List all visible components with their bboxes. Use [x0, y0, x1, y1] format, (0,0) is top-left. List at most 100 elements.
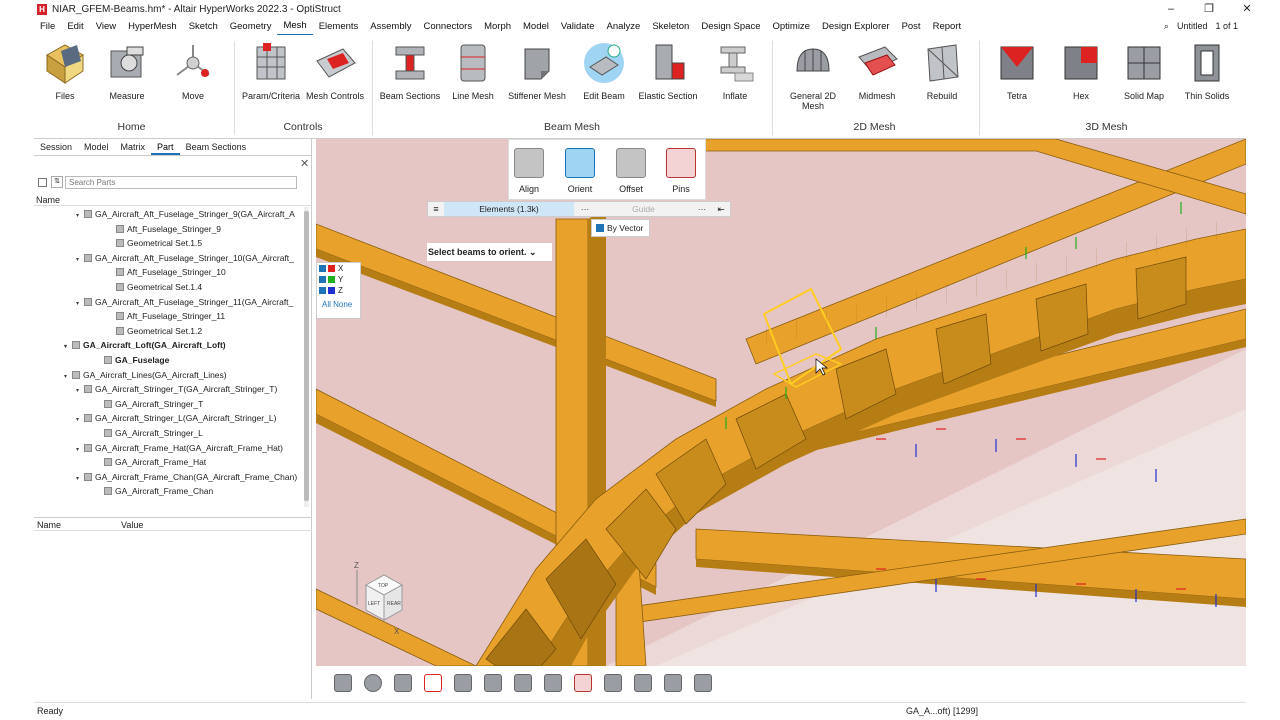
search-input[interactable]: [65, 175, 297, 189]
menu-icon[interactable]: ≡: [428, 204, 444, 214]
tree-row[interactable]: ▾ GA_Aircraft_Stringer_L(GA_Aircraft_Stri…: [34, 411, 306, 426]
no-symbol-icon[interactable]: [574, 674, 592, 692]
rotate-icon[interactable]: [394, 674, 412, 692]
menu-design-space[interactable]: Design Space: [695, 18, 766, 35]
x-checkbox[interactable]: [319, 265, 326, 272]
pins-tool[interactable]: Pins: [661, 148, 701, 194]
sphere-icon[interactable]: [364, 674, 382, 692]
rebuild-tool[interactable]: Rebuild: [911, 41, 973, 101]
tree-row[interactable]: Geometrical Set.1.4: [34, 280, 306, 295]
tree-row[interactable]: ▾ GA_Aircraft_Aft_Fuselage_Stringer_9(GA_…: [34, 207, 306, 222]
tree-row[interactable]: ▾ GA_Aircraft_Frame_Hat(GA_Aircraft_Frame…: [34, 441, 306, 456]
menu-edit[interactable]: Edit: [61, 18, 89, 35]
general-2d-mesh-tool[interactable]: General 2D Mesh: [780, 41, 846, 111]
tree-row[interactable]: ▾ GA_Aircraft_Aft_Fuselage_Stringer_10(GA…: [34, 251, 306, 266]
menu-optimize[interactable]: Optimize: [766, 18, 815, 35]
guide-selector[interactable]: Guide: [596, 204, 691, 214]
z-checkbox[interactable]: [319, 287, 326, 294]
elements-selector[interactable]: Elements (1.3k): [444, 202, 574, 216]
tree-row[interactable]: ▾ GA_Aircraft_Stringer_T(GA_Aircraft_Stri…: [34, 382, 306, 397]
tab-session[interactable]: Session: [34, 139, 78, 155]
thin-solids-tool[interactable]: Thin Solids: [1176, 41, 1238, 101]
maximize-button[interactable]: ❐: [1190, 0, 1228, 18]
menu-view[interactable]: View: [90, 18, 122, 35]
menu-validate[interactable]: Validate: [555, 18, 601, 35]
measure-tool[interactable]: Measure: [96, 41, 158, 101]
tab-model[interactable]: Model: [78, 139, 115, 155]
graphics-viewport[interactable]: [316, 139, 1246, 666]
edit-beam-tool[interactable]: Edit Beam: [573, 41, 635, 101]
minimize-button[interactable]: –: [1152, 0, 1190, 18]
by-vector-checkbox[interactable]: [596, 224, 604, 232]
move-tool[interactable]: Move: [162, 41, 224, 101]
tree-row[interactable]: Geometrical Set.1.5: [34, 236, 306, 251]
tree-row[interactable]: GA_Aircraft_Frame_Hat: [34, 455, 306, 470]
menu-model[interactable]: Model: [517, 18, 555, 35]
menu-elements[interactable]: Elements: [313, 18, 365, 35]
section-cut-icon[interactable]: [664, 674, 682, 692]
elastic-section-tool[interactable]: Elastic Section: [637, 41, 699, 101]
menu-hypermesh[interactable]: HyperMesh: [122, 18, 183, 35]
midmesh-tool[interactable]: Midmesh: [846, 41, 908, 101]
tree-scrollbar[interactable]: [304, 207, 309, 507]
session-dropdown[interactable]: Untitled: [1177, 18, 1208, 35]
menu-skeleton[interactable]: Skeleton: [646, 18, 695, 35]
align-tool[interactable]: Align: [509, 148, 549, 194]
all-link[interactable]: All: [322, 300, 331, 309]
menu-design-explorer[interactable]: Design Explorer: [816, 18, 896, 35]
select-all-checkbox[interactable]: [38, 177, 47, 187]
tree-row[interactable]: GA_Aircraft_Stringer_T: [34, 397, 306, 412]
transform-icon[interactable]: [514, 674, 532, 692]
tetra-tool[interactable]: Tetra: [986, 41, 1048, 101]
tree-row[interactable]: GA_Aircraft_Frame_Chan: [34, 484, 306, 497]
menu-morph[interactable]: Morph: [478, 18, 517, 35]
lock-icon[interactable]: [694, 674, 712, 692]
color-icon[interactable]: [544, 674, 562, 692]
tab-beam-sections[interactable]: Beam Sections: [180, 139, 253, 155]
line-mesh-tool[interactable]: Line Mesh: [442, 41, 504, 101]
tree-row[interactable]: ▾ GA_Aircraft_Aft_Fuselage_Stringer_11(GA…: [34, 295, 306, 310]
menu-mesh[interactable]: Mesh: [277, 17, 313, 36]
hex-tool[interactable]: Hex: [1050, 41, 1112, 101]
cube-view-icon[interactable]: [454, 674, 472, 692]
tree-row[interactable]: GA_Fuselage: [34, 353, 306, 368]
name-column-header[interactable]: Name: [34, 194, 312, 206]
axis-icon[interactable]: [604, 674, 622, 692]
tree-row[interactable]: ▾ GA_Aircraft_Lines(GA_Aircraft_Lines): [34, 368, 306, 383]
mask-icon[interactable]: [484, 674, 502, 692]
exit-icon[interactable]: ⇤: [713, 204, 729, 215]
mesh-controls-tool[interactable]: Mesh Controls: [304, 41, 366, 101]
by-vector-option[interactable]: By Vector: [591, 219, 650, 237]
view-cube[interactable]: Z TOP LEFT REAR X: [354, 560, 409, 636]
inflate-tool[interactable]: Inflate: [704, 41, 766, 101]
menu-geometry[interactable]: Geometry: [224, 18, 278, 35]
tree-row[interactable]: Aft_Fuselage_Stringer_10: [34, 265, 306, 280]
stiffener-mesh-tool[interactable]: Stiffener Mesh: [506, 41, 568, 101]
solid-map-tool[interactable]: Solid Map: [1113, 41, 1175, 101]
menu-report[interactable]: Report: [927, 18, 968, 35]
param-criteria-tool[interactable]: Param/Criteria: [240, 41, 302, 101]
none-link[interactable]: None: [333, 300, 352, 309]
tree-row[interactable]: Aft_Fuselage_Stringer_11: [34, 309, 306, 324]
files-tool[interactable]: Files: [34, 41, 96, 101]
tab-part[interactable]: Part: [151, 139, 180, 155]
menu-sketch[interactable]: Sketch: [183, 18, 224, 35]
tree-row[interactable]: ▾ GA_Aircraft_Loft(GA_Aircraft_Loft): [34, 338, 306, 353]
y-checkbox[interactable]: [319, 276, 326, 283]
search-icon[interactable]: ⌕: [1164, 18, 1169, 35]
menu-post[interactable]: Post: [896, 18, 927, 35]
close-button[interactable]: ✕: [1228, 0, 1266, 18]
menu-connectors[interactable]: Connectors: [417, 18, 478, 35]
elements-options-button[interactable]: ···: [574, 204, 596, 214]
menu-file[interactable]: File: [34, 18, 61, 35]
filter-icon[interactable]: ⇅: [51, 176, 63, 188]
fit-icon[interactable]: [424, 674, 442, 692]
close-panel-icon[interactable]: ✕: [300, 157, 309, 170]
tab-matrix[interactable]: Matrix: [115, 139, 152, 155]
menu-assembly[interactable]: Assembly: [364, 18, 417, 35]
tree-row[interactable]: GA_Aircraft_Stringer_L: [34, 426, 306, 441]
beam-sections-tool[interactable]: Beam Sections: [379, 41, 441, 101]
tree-row[interactable]: Aft_Fuselage_Stringer_9: [34, 222, 306, 237]
orient-tool[interactable]: Orient: [560, 148, 600, 194]
tree-row[interactable]: ▾ GA_Aircraft_Frame_Chan(GA_Aircraft_Fram…: [34, 470, 306, 485]
